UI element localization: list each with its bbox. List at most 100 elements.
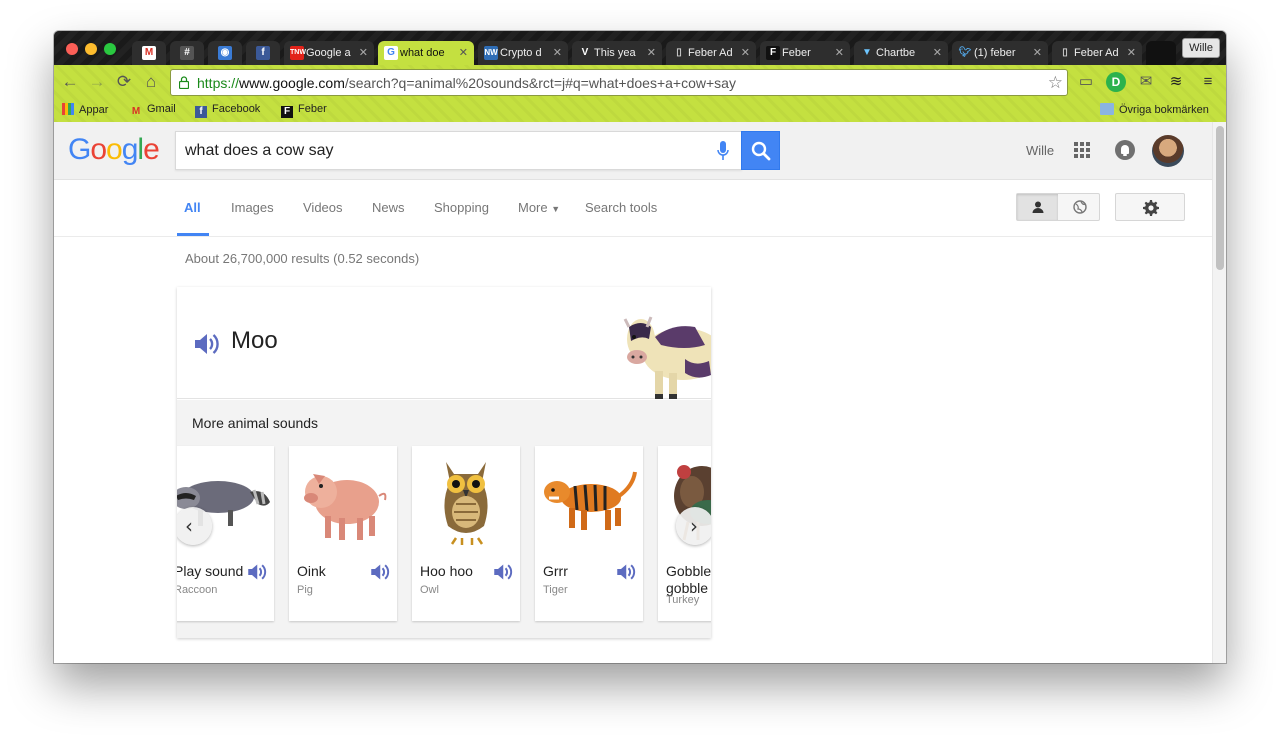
apps-grid-icon[interactable]	[1074, 142, 1090, 158]
notifications-bell-icon[interactable]	[1115, 140, 1135, 160]
tab-title: Google a	[306, 47, 351, 59]
reload-icon[interactable]: ⟳	[113, 71, 135, 93]
tab-shopping[interactable]: Shopping	[434, 200, 489, 215]
result-stats: About 26,700,000 results (0.52 seconds)	[185, 251, 420, 266]
vertical-scrollbar[interactable]	[1212, 122, 1226, 663]
search-nav: All Images Videos News Shopping More ▼ S…	[54, 180, 1212, 237]
profile-button[interactable]: Wille	[1182, 38, 1220, 58]
animal-sound-label: Oink	[297, 563, 326, 579]
search-input[interactable]: what does a cow say	[175, 131, 742, 170]
browser-tab[interactable]: ▼ Chartbe ✕	[854, 41, 948, 65]
close-tab-icon[interactable]: ✕	[1127, 41, 1136, 65]
bookmark-item[interactable]: Appar	[62, 103, 108, 116]
address-bar[interactable]: https://www.google.com/search?q=animal%2…	[170, 69, 1068, 96]
close-tab-icon[interactable]: ✕	[647, 41, 656, 65]
more-sounds-section: More animal sounds Play sound Raccoon Oi…	[177, 400, 711, 638]
close-tab-icon[interactable]: ✕	[741, 41, 750, 65]
tab-title: Crypto d	[500, 47, 542, 59]
google-logo[interactable]: Google	[68, 133, 160, 167]
tab-strip: M # ◉ f TNW Google a ✕ G what doe ✕ NW C…	[54, 31, 1226, 65]
rss-icon: ◉	[218, 46, 232, 60]
animal-name: Owl	[420, 584, 439, 596]
speaker-icon[interactable]	[494, 563, 514, 581]
bookmark-item[interactable]: M Gmail	[130, 103, 176, 118]
microphone-icon[interactable]	[717, 141, 729, 161]
animal-card[interactable]: Oink Pig	[289, 446, 397, 621]
globe-icon	[1073, 200, 1087, 214]
close-window-button[interactable]	[66, 43, 78, 55]
tab-news[interactable]: News	[372, 200, 405, 215]
close-tab-icon[interactable]: ✕	[359, 41, 368, 65]
browser-tab[interactable]: F Feber ✕	[760, 41, 850, 65]
tab-videos[interactable]: Videos	[303, 200, 343, 215]
browser-tab[interactable]: #	[170, 41, 204, 65]
search-tools-button[interactable]: Search tools	[585, 200, 657, 215]
tab-images[interactable]: Images	[231, 200, 274, 215]
speaker-icon[interactable]	[617, 563, 637, 581]
browser-tab[interactable]: NW Crypto d ✕	[478, 41, 568, 65]
tab-title: Feber Ad	[1074, 47, 1119, 59]
bookmark-item[interactable]: f Facebook	[195, 103, 260, 118]
speaker-icon[interactable]	[195, 332, 221, 356]
avatar[interactable]	[1152, 135, 1184, 167]
browser-tab[interactable]: ◉	[208, 41, 242, 65]
speaker-icon[interactable]	[371, 563, 391, 581]
user-name[interactable]: Wille	[1026, 143, 1054, 158]
folder-icon	[1100, 103, 1114, 115]
logo-letter: o	[106, 133, 123, 166]
verge-icon: V	[581, 47, 589, 58]
close-tab-icon[interactable]: ✕	[835, 41, 844, 65]
search-button[interactable]	[741, 131, 780, 170]
extension-d-icon[interactable]: D	[1106, 72, 1126, 92]
back-arrow-icon[interactable]: ←	[59, 71, 81, 93]
answer-sound: Moo	[231, 327, 278, 354]
tab-all[interactable]: All	[184, 200, 201, 215]
browser-tab[interactable]: f	[246, 41, 280, 65]
cast-icon[interactable]: ▭	[1076, 72, 1096, 92]
browser-tab[interactable]: TNW Google a ✕	[284, 41, 374, 65]
forward-arrow-icon[interactable]: →	[86, 71, 108, 93]
maximize-window-button[interactable]	[104, 43, 116, 55]
close-tab-icon[interactable]: ✕	[459, 41, 468, 65]
mail-icon[interactable]: ✉	[1136, 72, 1156, 92]
buffer-icon[interactable]: ≋	[1166, 72, 1186, 92]
tnw-icon: TNW	[290, 46, 306, 60]
browser-tab[interactable]: M	[132, 41, 166, 65]
carousel-next-button[interactable]: ›	[676, 507, 711, 545]
hashtag-icon: #	[180, 46, 194, 60]
scrollbar-thumb[interactable]	[1216, 126, 1224, 270]
animal-card[interactable]: Hoo hoo Owl	[412, 446, 520, 621]
personal-results-button[interactable]	[1017, 194, 1058, 220]
personal-results-toggle[interactable]	[1016, 193, 1100, 221]
feber-icon: F	[766, 46, 780, 60]
tiger-image	[544, 471, 637, 530]
lock-icon	[179, 76, 189, 89]
close-tab-icon[interactable]: ✕	[1033, 41, 1042, 65]
browser-tab[interactable]: ▯ Feber Ad ✕	[666, 41, 756, 65]
tab-more[interactable]: More ▼	[518, 200, 560, 215]
animal-card[interactable]: Grrr Tiger	[535, 446, 643, 621]
person-icon	[1032, 201, 1044, 213]
pig-image	[304, 474, 387, 540]
bookmark-item[interactable]: F Feber	[281, 103, 327, 118]
browser-tab[interactable]: V This yea ✕	[572, 41, 662, 65]
browser-tab-active[interactable]: G what doe ✕	[378, 41, 474, 65]
logo-letter: o	[90, 133, 107, 166]
speaker-icon[interactable]	[248, 563, 268, 581]
close-tab-icon[interactable]: ✕	[553, 41, 562, 65]
other-bookmarks[interactable]: Övriga bokmärken	[1100, 103, 1209, 116]
bookmark-star-icon[interactable]: ☆	[1048, 73, 1063, 93]
chartbeat-icon: ▼	[862, 47, 872, 58]
home-icon[interactable]: ⌂	[140, 71, 162, 93]
new-tab-button[interactable]	[1146, 41, 1176, 65]
search-icon	[751, 141, 771, 161]
minimize-window-button[interactable]	[85, 43, 97, 55]
close-tab-icon[interactable]: ✕	[933, 41, 942, 65]
settings-button[interactable]	[1115, 193, 1185, 221]
animal-name: Turkey	[666, 594, 700, 606]
browser-tab[interactable]: ▯ Feber Ad ✕	[1052, 41, 1142, 65]
page-icon: ▯	[1062, 47, 1068, 58]
browser-tab[interactable]: 🐦︎ (1) feber ✕	[952, 41, 1048, 65]
global-results-button[interactable]	[1059, 194, 1100, 220]
menu-icon[interactable]: ≡	[1198, 72, 1218, 92]
